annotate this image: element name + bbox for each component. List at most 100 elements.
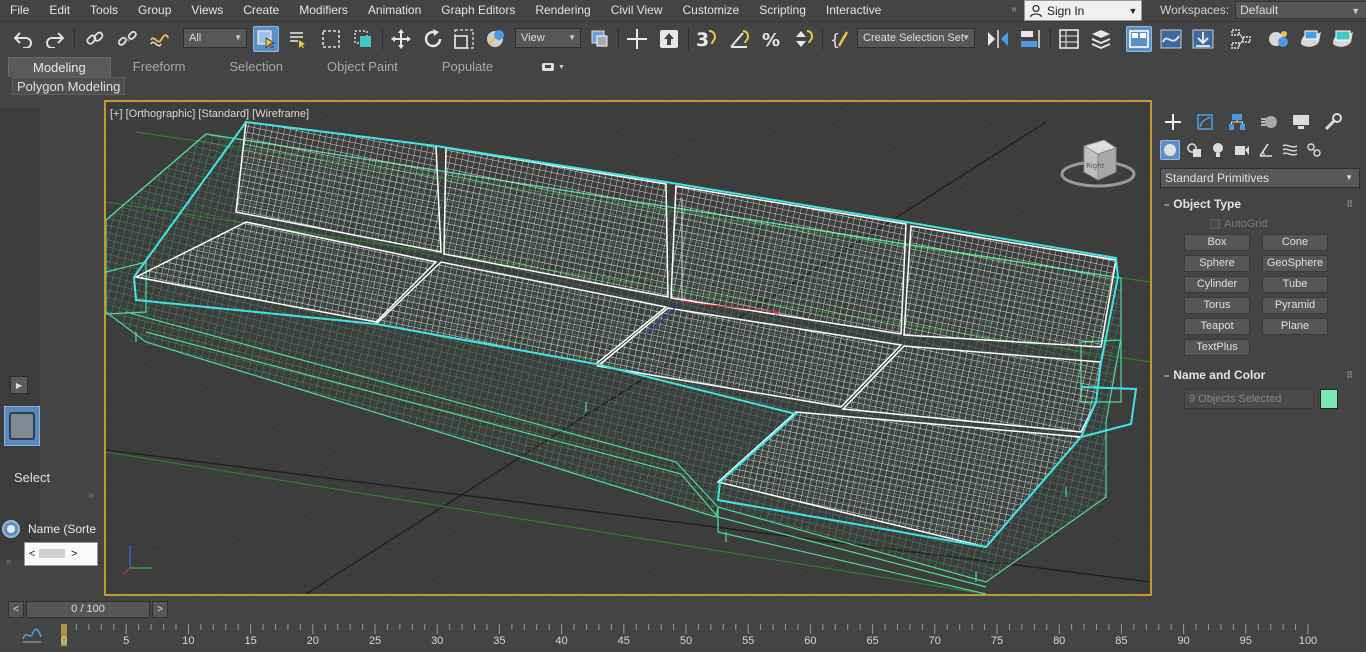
window-crossing-icon[interactable]	[350, 26, 376, 52]
viewcube-icon[interactable]: Right	[1060, 136, 1140, 192]
tab-modeling[interactable]: Modeling	[8, 57, 111, 77]
drag-grip-icon[interactable]: ⠿	[1346, 194, 1353, 214]
redo-icon[interactable]	[42, 26, 68, 52]
menu-create[interactable]: Create	[233, 0, 289, 20]
systems-icon[interactable]	[1304, 140, 1324, 160]
sort-radio[interactable]	[2, 520, 20, 538]
wireframe-scene[interactable]: X	[106, 102, 1150, 594]
bind-space-warp-icon[interactable]	[146, 26, 172, 52]
create-icon[interactable]	[1160, 110, 1186, 134]
display-none-icon[interactable]	[4, 406, 40, 446]
geosphere-button[interactable]: GeoSphere	[1262, 255, 1328, 272]
menu-scripting[interactable]: Scripting	[749, 0, 816, 20]
menu-graph-editors[interactable]: Graph Editors	[431, 0, 525, 20]
rotate-icon[interactable]	[420, 26, 446, 52]
align-icon[interactable]	[1017, 26, 1043, 52]
render-setup-icon[interactable]	[1298, 26, 1324, 52]
link-icon[interactable]	[82, 26, 108, 52]
expand-arrow-icon[interactable]: ▶	[10, 376, 28, 394]
textplus-button[interactable]: TextPlus	[1184, 339, 1250, 356]
scroll-thumb[interactable]	[39, 549, 65, 558]
selection-filter-dropdown[interactable]: All ▼	[183, 28, 247, 48]
keyboard-shortcut-icon[interactable]	[656, 26, 682, 52]
pyramid-button[interactable]: Pyramid	[1262, 297, 1328, 314]
spinner-snap-icon[interactable]	[790, 26, 816, 52]
named-selection-dropdown[interactable]: Create Selection Set ▼	[857, 28, 975, 48]
tab-freeform[interactable]: Freeform	[111, 57, 208, 77]
utilities-icon[interactable]	[1320, 110, 1346, 134]
select-object-icon[interactable]	[253, 26, 279, 52]
tab-populate[interactable]: Populate	[420, 57, 515, 77]
teapot-button[interactable]: Teapot	[1184, 318, 1250, 335]
horizontal-scrollbar[interactable]: < >	[24, 542, 98, 566]
menu-customize[interactable]: Customize	[673, 0, 750, 20]
unlink-icon[interactable]	[114, 26, 140, 52]
menu-views[interactable]: Views	[181, 0, 233, 20]
menu-tools[interactable]: Tools	[80, 0, 128, 20]
plane-button[interactable]: Plane	[1262, 318, 1328, 335]
undo-icon[interactable]	[10, 26, 36, 52]
menu-rendering[interactable]: Rendering	[525, 0, 600, 20]
scroll-left-icon[interactable]: <	[29, 548, 35, 560]
toggle-ribbon-icon[interactable]	[1126, 26, 1152, 52]
curve-editor-mini-icon[interactable]	[22, 627, 42, 643]
curve-editor-icon[interactable]	[1158, 26, 1184, 52]
space-warps-icon[interactable]	[1280, 140, 1300, 160]
snap-3d-icon[interactable]: 3	[694, 26, 720, 52]
expand-chevron-icon[interactable]: »	[88, 490, 94, 501]
shapes-icon[interactable]	[1184, 140, 1204, 160]
scene-explorer-icon[interactable]	[1056, 26, 1082, 52]
workspaces-select[interactable]: Default	[1235, 1, 1366, 19]
scale-icon[interactable]	[451, 26, 477, 52]
object-type-header[interactable]: − Object Type ⠿	[1160, 194, 1360, 214]
sort-column-label[interactable]: Name (Sorte	[28, 522, 96, 536]
modify-icon[interactable]	[1192, 110, 1218, 134]
menu-file[interactable]: File	[0, 0, 39, 20]
rect-selection-region-icon[interactable]	[318, 26, 344, 52]
sign-in-dropdown[interactable]: Sign In ▼	[1024, 0, 1142, 21]
move-icon[interactable]	[388, 26, 414, 52]
dope-sheet-icon[interactable]	[1190, 26, 1216, 52]
autogrid-checkbox[interactable]: AutoGrid	[1210, 218, 1267, 230]
time-slider-thumb[interactable]: 0 / 100	[26, 601, 150, 618]
display-icon[interactable]	[1288, 110, 1314, 134]
schematic-view-icon[interactable]	[1228, 26, 1254, 52]
object-color-swatch[interactable]	[1320, 389, 1338, 409]
render-production-icon[interactable]	[1330, 26, 1356, 52]
select-by-name-icon[interactable]	[285, 26, 311, 52]
tab-object-paint[interactable]: Object Paint	[305, 57, 420, 77]
helpers-icon[interactable]	[1256, 140, 1276, 160]
torus-button[interactable]: Torus	[1184, 297, 1250, 314]
drag-grip-icon[interactable]: ⠿	[1346, 365, 1353, 385]
object-name-field[interactable]: 9 Objects Selected	[1184, 389, 1314, 409]
tab-selection[interactable]: Selection	[208, 57, 305, 77]
time-slider-next-button[interactable]: >	[152, 601, 168, 618]
mirror-icon[interactable]	[985, 26, 1011, 52]
scroll-right-icon[interactable]: >	[71, 548, 77, 560]
reference-coord-dropdown[interactable]: View ▼	[515, 28, 581, 48]
object-category-dropdown[interactable]: Standard Primitives	[1160, 168, 1360, 188]
hierarchy-icon[interactable]	[1224, 110, 1250, 134]
tube-button[interactable]: Tube	[1262, 276, 1328, 293]
menu-animation[interactable]: Animation	[358, 0, 431, 20]
viewport-label[interactable]: [+] [Orthographic] [Standard] [Wireframe…	[110, 108, 309, 120]
time-slider-prev-button[interactable]: <	[8, 601, 24, 618]
layer-explorer-icon[interactable]	[1088, 26, 1114, 52]
cameras-icon[interactable]	[1232, 140, 1252, 160]
menu-overflow-chevron[interactable]: »	[1006, 0, 1022, 20]
menu-edit[interactable]: Edit	[39, 0, 80, 20]
geometry-icon[interactable]	[1160, 140, 1180, 160]
cylinder-button[interactable]: Cylinder	[1184, 276, 1250, 293]
material-editor-icon[interactable]	[1266, 26, 1292, 52]
menu-civil-view[interactable]: Civil View	[601, 0, 673, 20]
track-ruler[interactable]: 0 5 10 15 20 25 30 35 40 45 50 55 60 65 70 75 80 85 90 95 10…	[58, 622, 1328, 652]
name-and-color-header[interactable]: − Name and Color ⠿	[1160, 365, 1360, 385]
place-icon[interactable]	[483, 26, 509, 52]
box-button[interactable]: Box	[1184, 234, 1250, 251]
select-manipulate-icon[interactable]	[624, 26, 650, 52]
percent-snap-icon[interactable]: %	[758, 26, 784, 52]
motion-icon[interactable]	[1256, 110, 1282, 134]
viewport-orthographic[interactable]: X [+] [Orthographic] [Standard] [Wirefra…	[104, 100, 1152, 596]
collapse-chevron-icon[interactable]: »	[6, 556, 12, 567]
menu-interactive[interactable]: Interactive	[816, 0, 891, 20]
